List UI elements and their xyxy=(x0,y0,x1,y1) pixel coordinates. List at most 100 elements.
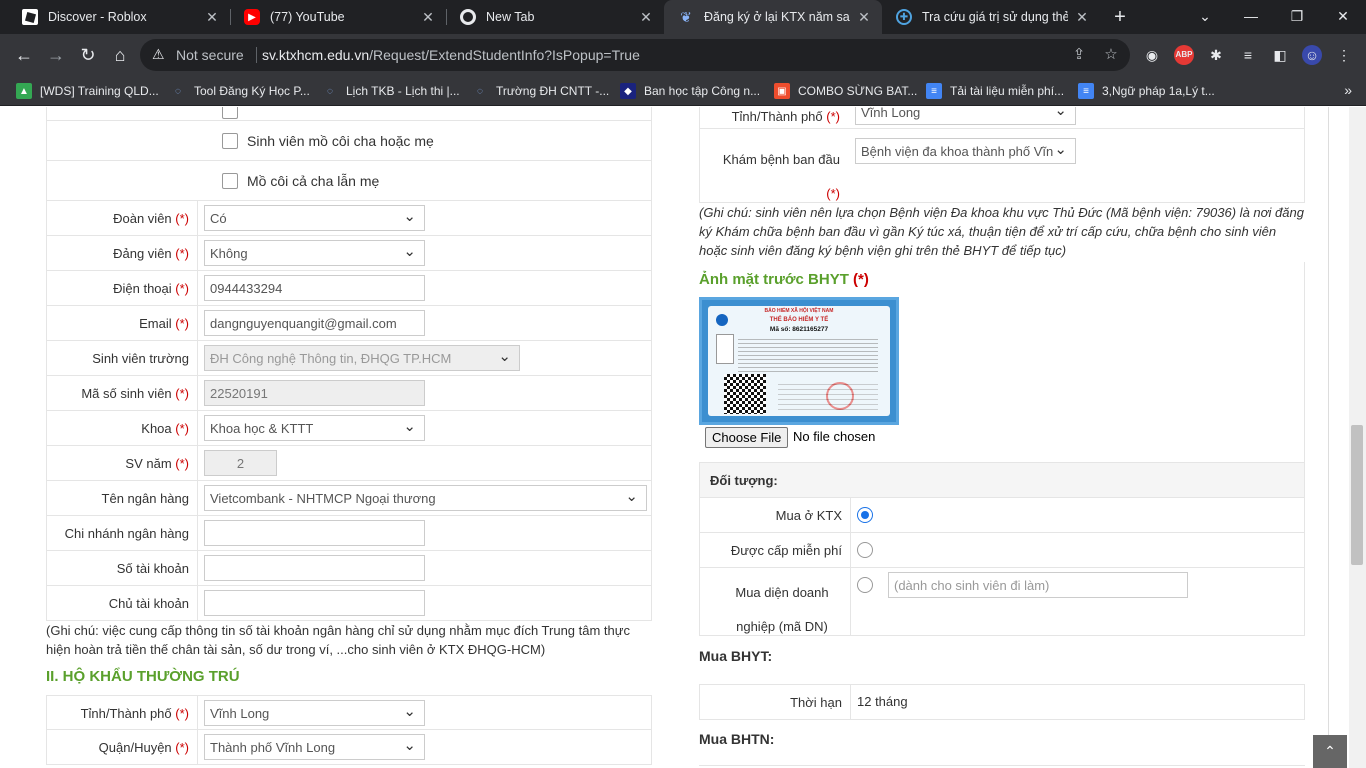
close-icon[interactable]: ✕ xyxy=(204,9,220,26)
tab-roblox[interactable]: Discover - Roblox ✕ xyxy=(8,0,230,34)
field-input[interactable] xyxy=(204,520,425,546)
url-text: sv.ktxhcm.edu.vn/Request/ExtendStudentIn… xyxy=(262,47,640,63)
form-row: Email (*) dangnguyenquangit@gmail.com xyxy=(46,306,652,341)
more-bookmarks-icon[interactable]: » xyxy=(1344,82,1352,98)
hospital-note: (Ghi chú: sinh viên nên lựa chọn Bệnh vi… xyxy=(699,205,1304,258)
new-tab-button[interactable]: + xyxy=(1107,4,1133,30)
back-icon[interactable]: ← xyxy=(10,41,38,69)
not-secure-label: Not secure xyxy=(176,47,244,63)
close-window-button[interactable]: ✕ xyxy=(1320,0,1366,34)
bht-icon: ◆ xyxy=(620,83,636,99)
field-label: Số tài khoản xyxy=(116,561,189,576)
province-select[interactable]: Vĩnh Long xyxy=(855,107,1076,125)
orphan-both-parents-checkbox[interactable] xyxy=(222,173,238,189)
reload-icon[interactable]: ↻ xyxy=(74,41,102,69)
ktx-icon: ❦ xyxy=(680,8,692,25)
close-icon[interactable]: ✕ xyxy=(420,9,436,26)
close-icon[interactable]: ✕ xyxy=(856,9,872,26)
bhyt-card-image: BẢO HIỂM XÃ HỘI VIỆT NAM THẺ BẢO HIỂM Y … xyxy=(699,297,899,425)
tab-bar: Discover - Roblox ✕ ▶ (77) YouTube ✕ New… xyxy=(0,0,1366,34)
form-row: Số tài khoản xyxy=(46,551,652,586)
no-file-label: No file chosen xyxy=(793,429,876,444)
bookmark-item[interactable]: ≡ 3,Ngữ pháp 1a,Lý t... xyxy=(1078,81,1215,101)
qr-code-icon xyxy=(724,374,766,414)
form-row: Mã số sinh viên (*) 22520191 xyxy=(46,376,652,411)
checkbox-label: Sinh viên mồ côi cha hoặc mẹ xyxy=(247,133,434,149)
profile-avatar[interactable]: ☺ xyxy=(1302,45,1322,65)
home-icon[interactable]: ⌂ xyxy=(106,41,134,69)
option-label: Được cấp miễn phí xyxy=(730,543,842,558)
bookmark-item[interactable]: ≡ Tải tài liệu miễn phí... xyxy=(926,81,1064,101)
thoi-han-row: Thời hạn 12 tháng xyxy=(699,684,1305,720)
bookmark-item[interactable]: ◆ Ban học tập Công n... xyxy=(620,81,760,101)
scrollbar-thumb[interactable] xyxy=(1351,425,1363,565)
shop-icon: ▣ xyxy=(774,83,790,99)
form-row: Đoàn viên (*) Có xyxy=(46,201,652,236)
address-bar[interactable]: ⚠ Not secure sv.ktxhcm.edu.vn/Request/Ex… xyxy=(140,39,1130,71)
field-input[interactable]: Vietcombank - NHTMCP Ngoại thương xyxy=(204,485,647,511)
bookmark-item[interactable]: ◌ Trường ĐH CNTT -... xyxy=(472,81,609,101)
field-input[interactable]: 22520191 xyxy=(204,380,425,406)
field-label: Đoàn viên (*) xyxy=(113,211,189,226)
choose-file-button[interactable]: Choose File xyxy=(705,427,789,448)
close-icon[interactable]: ✕ xyxy=(1074,9,1090,26)
bookmark-item[interactable]: ▲ [WDS] Training QLD... xyxy=(16,81,159,101)
media-control-icon[interactable]: ≡ xyxy=(1238,45,1258,65)
field-input[interactable]: 2 xyxy=(204,450,277,476)
mua-bhtn-title: Mua BHTN: xyxy=(699,731,775,747)
field-input[interactable] xyxy=(204,555,425,581)
extensions-puzzle-icon[interactable]: ✱ xyxy=(1206,45,1226,65)
tab-ktx[interactable]: ❦ Đăng ký ở lại KTX năm sau - ✕ xyxy=(664,0,882,34)
tab-title: Đăng ký ở lại KTX năm sau - xyxy=(704,10,850,24)
menu-kebab-icon[interactable]: ⋮ xyxy=(1334,45,1354,65)
bookmark-item[interactable]: ▣ COMBO SỪNG BAT... xyxy=(774,81,917,101)
field-input[interactable]: 0944433294 xyxy=(204,275,425,301)
radio-doanh-nghiep[interactable] xyxy=(857,577,873,593)
radio-mien-phi[interactable] xyxy=(857,542,873,558)
field-label: Chủ tài khoản xyxy=(108,596,189,611)
form-row: Đảng viên (*) Không xyxy=(46,236,652,271)
field-input[interactable]: dangnguyenquangit@gmail.com xyxy=(204,310,425,336)
restore-button[interactable]: ❐ xyxy=(1274,0,1320,34)
address-select[interactable]: Thành phố Vĩnh Long xyxy=(204,734,425,760)
bookmark-item[interactable]: ◌ Lịch TKB - Lịch thi |... xyxy=(322,81,460,101)
tab-newtab[interactable]: New Tab ✕ xyxy=(446,0,664,34)
field-label: Khoa (*) xyxy=(141,421,189,436)
checkbox-label: Mồ côi cả cha lẫn mẹ xyxy=(247,173,380,189)
dn-code-input[interactable]: (dành cho sinh viên đi làm) xyxy=(888,572,1188,598)
minimize-button[interactable]: — xyxy=(1228,0,1274,34)
field-input[interactable]: Khoa học & KTTT xyxy=(204,415,425,441)
address-row: Tỉnh/Thành phố (*) Vĩnh Long xyxy=(46,695,652,730)
photo-title: Ảnh mặt trước BHYT (*) xyxy=(699,271,869,288)
address-select[interactable]: Vĩnh Long xyxy=(204,700,425,726)
tab-search-icon[interactable]: ⌄ xyxy=(1182,0,1228,34)
tab-title: New Tab xyxy=(486,10,535,24)
tab-youtube[interactable]: ▶ (77) YouTube ✕ xyxy=(230,0,446,34)
field-input[interactable] xyxy=(204,590,425,616)
share-icon[interactable]: ⇪ xyxy=(1070,46,1088,64)
orphan-one-parent-checkbox[interactable] xyxy=(222,133,238,149)
field-label: Mã số sinh viên (*) xyxy=(81,386,189,401)
checkbox[interactable] xyxy=(222,107,238,119)
field-input[interactable]: Không xyxy=(204,240,425,266)
section-title-ho-khau: II. HỘ KHẨU THƯỜNG TRÚ xyxy=(46,668,240,685)
hospital-select[interactable]: Bệnh viện đa khoa thành phố Vĩn xyxy=(855,138,1076,164)
side-panel-icon[interactable]: ◧ xyxy=(1270,45,1290,65)
spy-extension-icon[interactable]: ◉ xyxy=(1142,45,1162,65)
adblock-icon[interactable]: ABP xyxy=(1174,45,1194,65)
bookmark-star-icon[interactable]: ☆ xyxy=(1102,46,1120,64)
uit-icon: ◌ xyxy=(175,85,181,97)
form-row: Mồ côi cả cha lẫn mẹ xyxy=(46,161,652,201)
chrome-icon xyxy=(460,9,476,25)
radio-mua-ktx[interactable] xyxy=(857,507,873,523)
mua-bhyt-title: Mua BHYT: xyxy=(699,648,773,664)
field-input[interactable]: Có xyxy=(204,205,425,231)
field-input[interactable]: ĐH Công nghệ Thông tin, ĐHQG TP.HCM xyxy=(204,345,520,371)
close-icon[interactable]: ✕ xyxy=(638,9,654,26)
back-to-top-button[interactable]: ⌃ xyxy=(1313,735,1347,768)
page-content: Sinh viên mồ côi cha hoặc mẹ Mồ côi cả c… xyxy=(0,107,1366,768)
youtube-icon: ▶ xyxy=(244,9,260,25)
tab-bhyt[interactable]: ✚ Tra cứu giá trị sử dụng thẻ BH ✕ xyxy=(882,0,1100,34)
forward-icon[interactable]: → xyxy=(42,41,70,69)
bookmark-item[interactable]: ◌ Tool Đăng Ký Học P... xyxy=(170,81,310,101)
